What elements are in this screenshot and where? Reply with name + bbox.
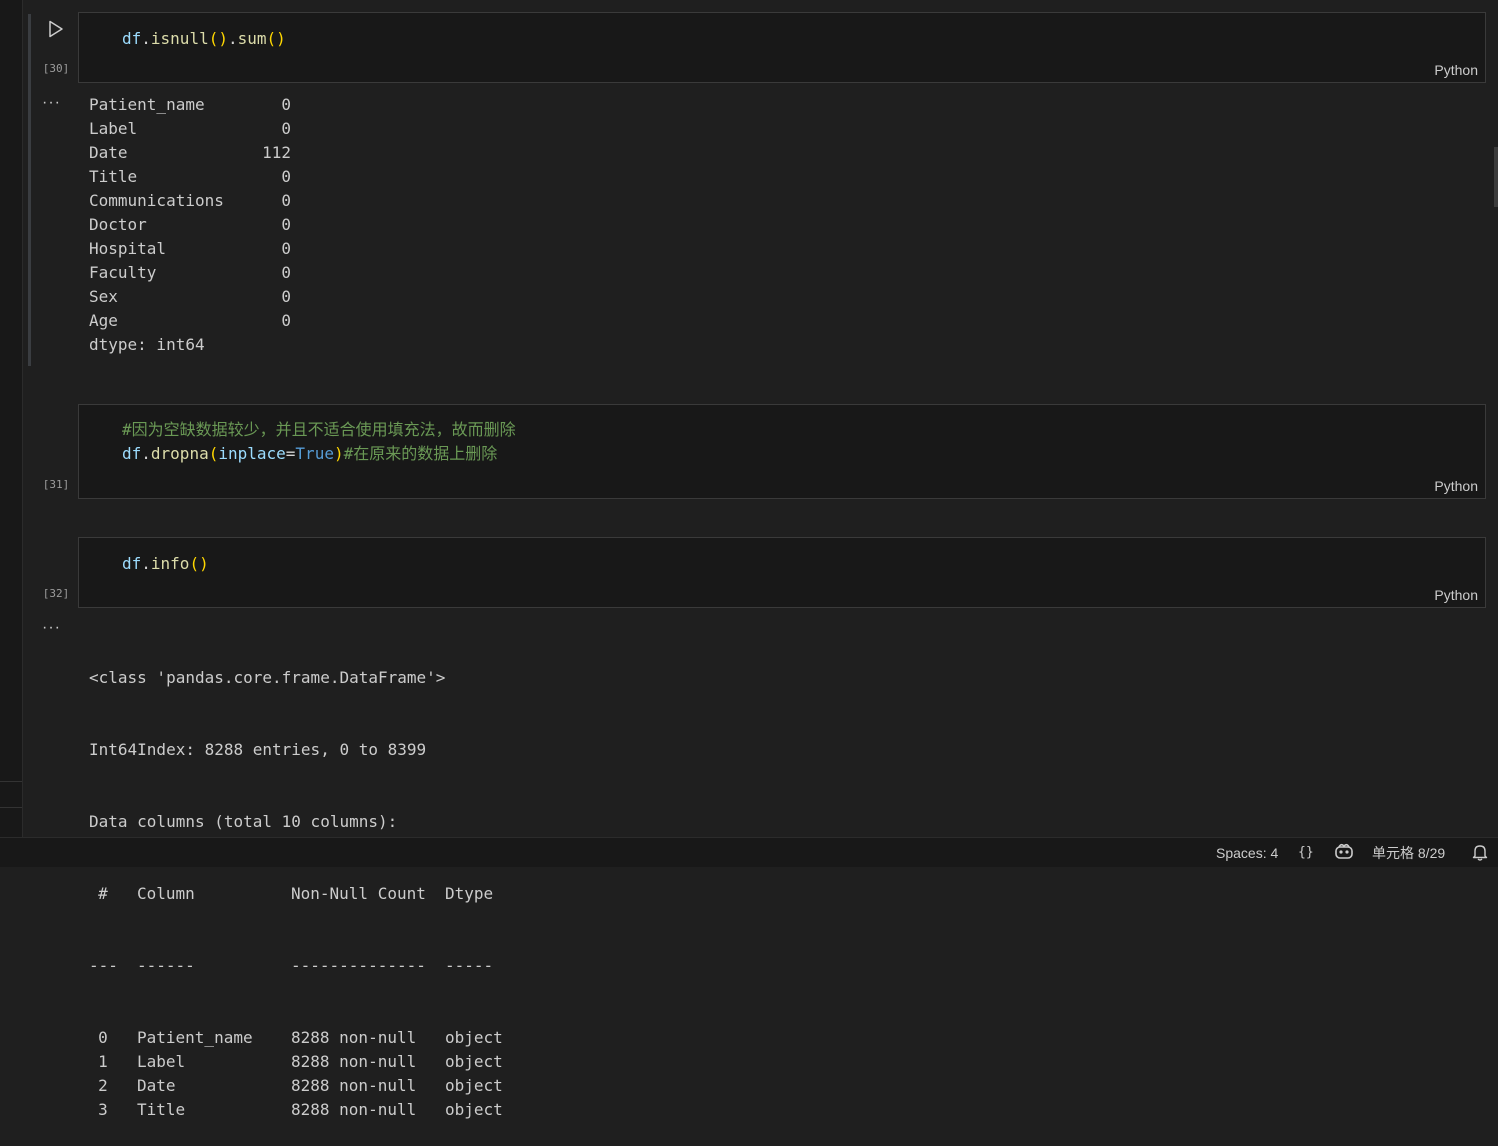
execution-count: [31] bbox=[42, 478, 70, 491]
output-line: Data columns (total 10 columns): bbox=[89, 812, 398, 831]
null-count-column: Doctor bbox=[89, 215, 147, 234]
cell-output: <class 'pandas.core.frame.DataFrame'> In… bbox=[89, 618, 515, 1146]
info-row-num: 2 bbox=[98, 1076, 108, 1095]
dtype-line: dtype: int64 bbox=[89, 335, 205, 354]
null-count-column: Communications bbox=[89, 191, 224, 210]
null-count-column: Hospital bbox=[89, 239, 167, 258]
info-row-dtype: object bbox=[445, 1100, 503, 1119]
info-row-dtype: object bbox=[445, 1076, 503, 1095]
null-count-column: Title bbox=[89, 167, 138, 186]
language-braces-icon[interactable]: {} bbox=[1298, 844, 1314, 862]
null-count-value: 0 bbox=[281, 287, 291, 306]
null-count-value: 0 bbox=[281, 119, 291, 138]
run-cell-button[interactable] bbox=[44, 17, 68, 41]
execution-count: [30] bbox=[42, 62, 70, 75]
null-count-row: Faculty 0 bbox=[89, 261, 291, 285]
cell-language-label[interactable]: Python bbox=[1434, 587, 1478, 603]
cell-output: Patient_name 0 Label 0 Date 112 Title 0 Communic… bbox=[89, 93, 291, 357]
null-count-row: Patient_name 0 bbox=[89, 93, 291, 117]
null-count-row: Title 0 bbox=[89, 165, 291, 189]
null-count-column: Patient_name bbox=[89, 95, 205, 114]
null-count-value: 112 bbox=[262, 143, 291, 162]
cell-focus-indicator[interactable] bbox=[28, 14, 31, 366]
copilot-icon[interactable] bbox=[1334, 842, 1354, 860]
cell-language-label[interactable]: Python bbox=[1434, 478, 1478, 494]
info-row-column: Title bbox=[137, 1100, 186, 1119]
info-row-num: 1 bbox=[98, 1052, 108, 1071]
null-count-column: Faculty bbox=[89, 263, 157, 282]
bell-icon[interactable] bbox=[1472, 843, 1488, 861]
header-num: # bbox=[98, 884, 108, 903]
code-line[interactable]: df.dropna(inplace=True)#在原来的数据上删除 bbox=[122, 442, 497, 466]
output-more-actions-button[interactable]: ··· bbox=[42, 619, 61, 637]
null-count-row: Label 0 bbox=[89, 117, 291, 141]
info-row-column: Patient_name bbox=[137, 1028, 253, 1047]
null-count-row: Hospital 0 bbox=[89, 237, 291, 261]
status-bar: Spaces: 4 {} 单元格 8/29 bbox=[0, 837, 1498, 867]
header-dtype: Dtype bbox=[445, 884, 494, 903]
output-line: <class 'pandas.core.frame.DataFrame'> bbox=[89, 668, 446, 687]
null-count-value: 0 bbox=[281, 311, 291, 330]
play-icon bbox=[49, 20, 63, 38]
info-row-nonnull: 8288 non-null bbox=[291, 1052, 417, 1071]
info-table-row: 2 Date 8288 non-null object bbox=[89, 1074, 515, 1098]
info-table-row: 1 Label 8288 non-null object bbox=[89, 1050, 515, 1074]
code-line[interactable]: df.info() bbox=[122, 552, 209, 576]
output-more-actions-button[interactable]: ··· bbox=[42, 94, 61, 112]
header-column: Column bbox=[137, 884, 195, 903]
null-count-value: 0 bbox=[281, 239, 291, 258]
info-header-row: # Column Non-Null Count Dtype bbox=[89, 882, 515, 906]
null-count-column: Age bbox=[89, 311, 118, 330]
info-row-dtype: object bbox=[445, 1052, 503, 1071]
info-row-nonnull: 8288 non-null bbox=[291, 1100, 417, 1119]
null-count-row: Date 112 bbox=[89, 141, 291, 165]
null-count-value: 0 bbox=[281, 191, 291, 210]
code-line[interactable]: #因为空缺数据较少，并且不适合使用填充法，故而删除 bbox=[122, 418, 516, 442]
code-cell-editor[interactable]: df.isnull().sum() Python bbox=[78, 12, 1486, 83]
info-row-column: Label bbox=[137, 1052, 186, 1071]
info-table-row: 3 Title 8288 non-null object bbox=[89, 1098, 515, 1122]
null-count-value: 0 bbox=[281, 95, 291, 114]
null-count-column: Sex bbox=[89, 287, 118, 306]
cell-language-label[interactable]: Python bbox=[1434, 62, 1478, 78]
scrollbar-thumb[interactable] bbox=[1494, 147, 1498, 207]
info-table-row: 0 Patient_name 8288 non-null object bbox=[89, 1026, 515, 1050]
null-count-value: 0 bbox=[281, 215, 291, 234]
output-line: Int64Index: 8288 entries, 0 to 8399 bbox=[89, 740, 427, 759]
null-count-row: Sex 0 bbox=[89, 285, 291, 309]
strip-divider bbox=[0, 781, 22, 782]
null-count-value: 0 bbox=[281, 167, 291, 186]
execution-count: [32] bbox=[42, 587, 70, 600]
info-row-num: 3 bbox=[98, 1100, 108, 1119]
null-count-row: Doctor 0 bbox=[89, 213, 291, 237]
header-nonnull: Non-Null Count bbox=[291, 884, 426, 903]
info-row-nonnull: 8288 non-null bbox=[291, 1028, 417, 1047]
null-count-row: Communications 0 bbox=[89, 189, 291, 213]
activity-strip bbox=[0, 0, 23, 837]
null-count-value: 0 bbox=[281, 263, 291, 282]
code-cell-editor[interactable]: df.info() Python bbox=[78, 537, 1486, 608]
info-row-dtype: object bbox=[445, 1028, 503, 1047]
indentation-status[interactable]: Spaces: 4 bbox=[1216, 844, 1278, 862]
null-count-row: Age 0 bbox=[89, 309, 291, 333]
cell-position-status[interactable]: 单元格 8/29 bbox=[1372, 844, 1445, 862]
null-count-column: Label bbox=[89, 119, 138, 138]
code-line[interactable]: df.isnull().sum() bbox=[122, 27, 286, 51]
strip-divider bbox=[0, 807, 22, 808]
info-row-num: 0 bbox=[98, 1028, 108, 1047]
null-count-column: Date bbox=[89, 143, 128, 162]
info-row-nonnull: 8288 non-null bbox=[291, 1076, 417, 1095]
code-cell-editor[interactable]: #因为空缺数据较少，并且不适合使用填充法，故而删除 df.dropna(inpl… bbox=[78, 404, 1486, 499]
info-row-column: Date bbox=[137, 1076, 176, 1095]
info-separator-row: --- ------ -------------- ----- bbox=[89, 956, 494, 975]
